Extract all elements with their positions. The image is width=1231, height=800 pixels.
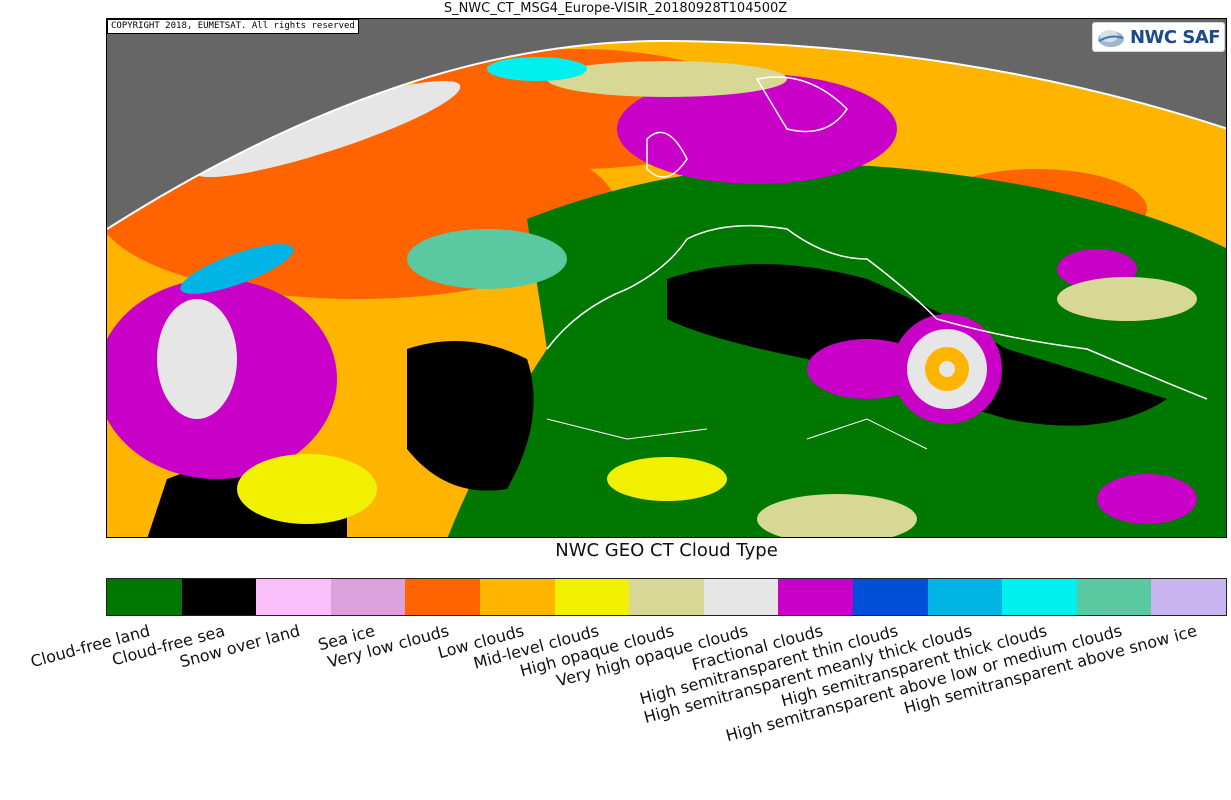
colorbar-swatch <box>1076 579 1152 615</box>
copyright-notice: COPYRIGHT 2018, EUMETSAT. All rights res… <box>107 19 359 34</box>
colorbar-swatch <box>256 579 331 615</box>
colorbar-swatch <box>778 579 853 615</box>
colorbar-swatch <box>1002 579 1077 615</box>
colorbar-swatch <box>852 579 928 615</box>
colorbar-swatch <box>181 579 257 615</box>
earth-disk <box>107 40 1226 537</box>
colorbar-swatch <box>703 579 779 615</box>
colorbar-swatch <box>554 579 630 615</box>
colorbar-swatch <box>927 579 1003 615</box>
legend-title: NWC GEO CT Cloud Type <box>555 540 778 561</box>
colorbar-swatch <box>479 579 555 615</box>
colorbar-swatch <box>107 579 182 615</box>
colorbar-swatch <box>405 579 480 615</box>
satellite-map[interactable] <box>106 18 1227 538</box>
map-title: S_NWC_CT_MSG4_Europe-VISIR_20180928T1045… <box>443 1 788 16</box>
colorbar-swatch <box>330 579 406 615</box>
colorbar-swatch <box>629 579 704 615</box>
colorbar-swatch <box>1151 579 1226 615</box>
nwcsaf-logo-icon <box>1097 30 1124 47</box>
nwcsaf-logo: NWC SAF <box>1092 22 1225 52</box>
colorbar <box>106 578 1227 616</box>
logo-text: NWC SAF <box>1129 26 1221 48</box>
